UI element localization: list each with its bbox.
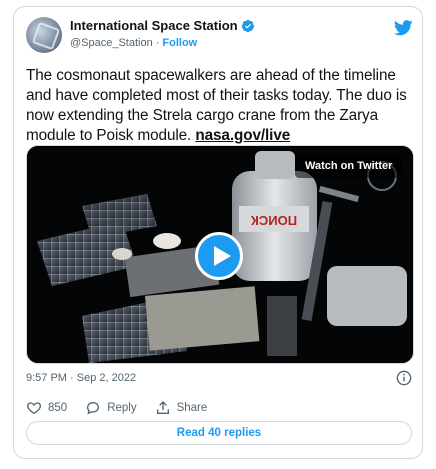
read-replies-button[interactable]: Read 40 replies	[26, 421, 412, 445]
play-icon[interactable]	[195, 232, 243, 280]
like-button[interactable]: 850	[26, 400, 67, 416]
tweet-timestamp[interactable]: 9:57 PM · Sep 2, 2022	[26, 372, 136, 384]
display-name[interactable]: International Space Station	[70, 18, 238, 33]
watch-on-twitter-button[interactable]: Watch on Twitter	[295, 154, 403, 178]
heart-icon	[26, 402, 42, 415]
insulation-blanket	[145, 286, 260, 351]
twitter-bird-icon[interactable]	[394, 20, 413, 36]
verified-badge-icon	[241, 19, 254, 32]
reply-label: Reply	[107, 402, 137, 414]
share-label: Share	[176, 402, 208, 414]
avatar[interactable]	[26, 17, 62, 53]
video-media[interactable]: ПОИСК Watch on Twitter	[26, 145, 414, 364]
zarya-module	[327, 266, 407, 326]
share-icon	[156, 401, 169, 414]
follow-link[interactable]: Follow	[162, 37, 197, 49]
cosmonaut-2	[112, 248, 132, 260]
tweet-link[interactable]: nasa.gov/live	[195, 127, 290, 144]
handle-row: @Space_Station · Follow	[70, 37, 197, 49]
module-label: ПОИСК	[251, 213, 297, 228]
reply-button[interactable]: Reply	[85, 400, 137, 416]
tweet-text: The cosmonaut spacewalkers are ahead of …	[26, 66, 416, 146]
handle[interactable]: @Space_Station	[70, 37, 153, 49]
separator: ·	[155, 37, 160, 49]
share-button[interactable]: Share	[155, 400, 208, 416]
docking-port	[255, 151, 295, 179]
reply-icon	[87, 401, 100, 415]
cosmonaut-1	[153, 233, 181, 249]
like-count: 850	[48, 402, 68, 414]
account-name-row: International Space Station	[70, 18, 255, 33]
tweet-card: International Space Station @Space_Stati…	[13, 6, 423, 459]
info-icon[interactable]	[396, 370, 412, 386]
module-shadow	[267, 296, 297, 356]
action-bar: 850 Reply Share	[26, 400, 207, 416]
